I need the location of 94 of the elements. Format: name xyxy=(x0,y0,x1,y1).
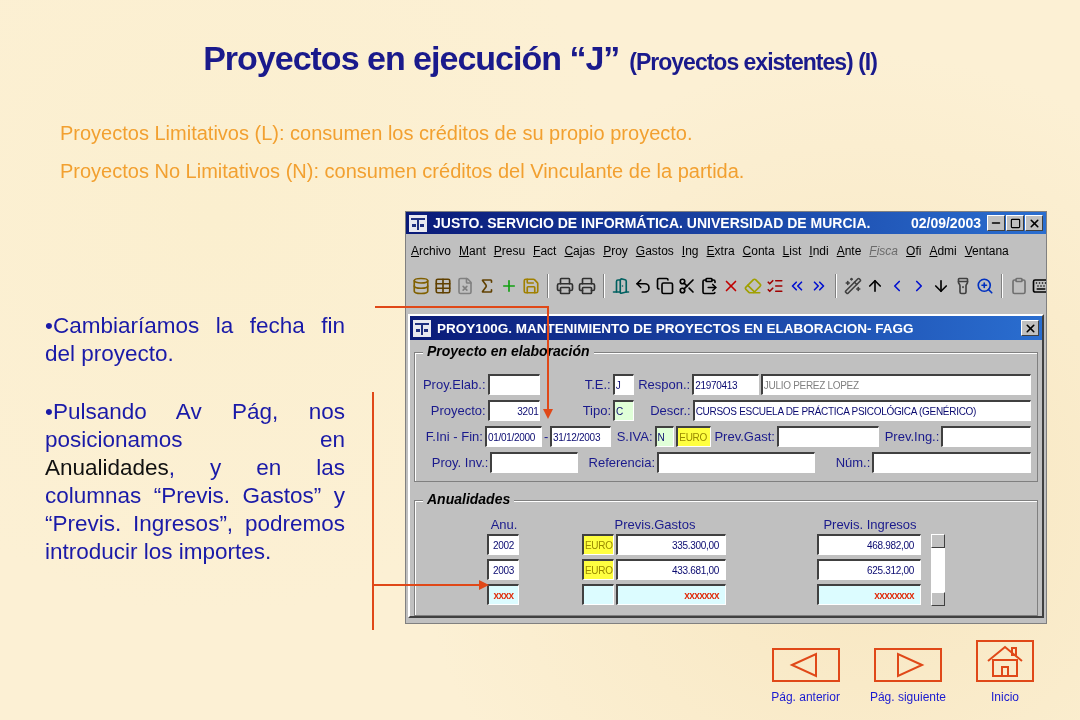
note-text: Proyectos No Limitativos (N): consumen créditos del Vinculante de la partida. xyxy=(60,159,746,184)
zoom-icon[interactable] xyxy=(976,276,994,296)
text-field[interactable]: 433.681,00 xyxy=(616,559,726,580)
text-field[interactable]: xxxx xyxy=(487,584,519,605)
slide-subtitle: (Proyectos existentes) (I) xyxy=(629,48,877,77)
text-field[interactable]: JULIO PEREZ LOPEZ xyxy=(760,373,1031,395)
scissors-icon[interactable] xyxy=(678,276,696,296)
text-field[interactable] xyxy=(490,451,578,473)
menu-item[interactable]: Ing xyxy=(681,244,699,258)
keyboard-icon[interactable] xyxy=(1032,276,1046,296)
maximize-button[interactable] xyxy=(1006,215,1024,231)
door-icon[interactable] xyxy=(612,276,630,296)
clipboard-icon[interactable] xyxy=(1010,276,1028,296)
nav-link[interactable]: Pág. siguiente xyxy=(869,648,946,704)
menu-item[interactable]: Presu xyxy=(493,244,526,258)
menu-item[interactable]: Conta xyxy=(742,244,775,258)
text-field[interactable]: CURSOS ESCUELA DE PRÁCTICA PSICOLÓGICA (GENÉRICO) xyxy=(692,399,1031,421)
menu-item[interactable]: Ante xyxy=(836,244,862,258)
menu-item[interactable]: Cajas xyxy=(564,244,596,258)
printer-icon[interactable] xyxy=(578,276,596,296)
field-label: T.E.: xyxy=(583,376,612,392)
logo-icon xyxy=(413,319,431,337)
text-field[interactable]: xxxxxxxx xyxy=(817,584,921,605)
menu-item[interactable]: Archivo xyxy=(411,244,452,258)
text-field[interactable] xyxy=(657,451,815,473)
field-label: F.Ini - Fin: xyxy=(424,428,484,444)
text-field[interactable]: N xyxy=(654,425,675,447)
text-field[interactable]: xxxxxxx xyxy=(616,584,726,605)
maximize-icon xyxy=(1009,217,1021,229)
date-text: 02/09/2003 xyxy=(910,215,981,231)
menu-item[interactable]: Ventana xyxy=(964,244,1009,258)
menu-item[interactable]: Fact xyxy=(533,244,557,258)
menu-item[interactable]: Mant xyxy=(459,244,486,258)
logo-icon xyxy=(409,214,427,232)
field-label: Referencia: xyxy=(587,454,657,470)
field-label: Respon.: xyxy=(637,376,692,392)
close-button[interactable] xyxy=(1025,215,1043,231)
nav-link[interactable]: Pág. anterior xyxy=(771,648,840,704)
text-field[interactable]: C xyxy=(613,399,634,421)
slide-title: Proyectos en ejecución “J” xyxy=(203,38,620,79)
scrollbar[interactable] xyxy=(931,533,945,606)
text-field[interactable] xyxy=(487,373,541,395)
menu-item[interactable]: Proy xyxy=(603,244,628,258)
minimize-button[interactable] xyxy=(987,215,1005,231)
text-field[interactable] xyxy=(872,451,1031,473)
text-field[interactable] xyxy=(582,584,614,605)
menu-item[interactable]: Admi xyxy=(929,244,957,258)
field-label: - xyxy=(544,428,550,444)
bullet-text: •Cambiaríamos la fecha fin del proyecto. xyxy=(45,312,345,368)
close-button[interactable] xyxy=(1021,320,1039,336)
field-label: Descr.: xyxy=(649,402,692,418)
text-field[interactable]: 468.982,00 xyxy=(817,534,921,555)
database-icon[interactable] xyxy=(412,276,430,296)
column-header: Previs. Ingresos xyxy=(822,517,918,532)
group-title: Anualidades xyxy=(423,491,515,507)
menu-item[interactable]: Gastos xyxy=(635,244,674,258)
field-label: Prev.Gast: xyxy=(713,428,776,444)
field-label: Proy.Elab.: xyxy=(421,376,487,392)
text-field[interactable]: 01/01/2000 xyxy=(484,425,543,447)
text-field[interactable]: 2002 xyxy=(487,534,519,555)
close-icon xyxy=(1027,216,1041,230)
copy-icon[interactable] xyxy=(656,276,674,296)
field-label: Prev.Ing.: xyxy=(883,428,941,444)
text-field[interactable]: 21970413 xyxy=(692,373,759,395)
field-label: Tipo: xyxy=(581,402,613,418)
nav-link[interactable]: Inicio xyxy=(976,640,1034,704)
text-field[interactable]: J xyxy=(612,373,634,395)
text-field[interactable]: 2003 xyxy=(487,559,519,580)
text-field[interactable]: 335.300,00 xyxy=(616,534,726,555)
text-field[interactable] xyxy=(941,425,1031,447)
printer-icon[interactable] xyxy=(556,276,574,296)
note-text: Proyectos Limitativos (L): consumen los créditos de su propio proyecto. xyxy=(60,121,694,146)
text-field[interactable]: 31/12/2003 xyxy=(550,425,612,447)
text-field[interactable]: 3201 xyxy=(487,399,541,421)
text-field[interactable] xyxy=(776,425,880,447)
field-label: Proy. Inv.: xyxy=(430,454,490,470)
menu-item[interactable]: Extra xyxy=(706,244,735,258)
wand-icon[interactable] xyxy=(844,276,862,296)
menu-item[interactable]: Ofi xyxy=(906,244,922,258)
paste-icon[interactable] xyxy=(700,276,718,296)
menu-item[interactable]: Indi xyxy=(809,244,829,258)
window-title: JUSTO. SERVICIO DE INFORMÁTICA. UNIVERSIDAD DE MURCIA. xyxy=(433,215,871,231)
close-icon xyxy=(1023,321,1037,335)
column-header: Previs.Gastos xyxy=(613,517,697,532)
undo-icon[interactable] xyxy=(634,276,652,296)
bullet-text: •Pulsando Av Pág, nos posicionamos en Anualidades, y en las columnas “Previs. Gastos” y “Previs. Ingresos”, podremos introducir los importes. xyxy=(45,398,345,566)
column-header: Anu. xyxy=(489,517,519,532)
table-icon[interactable] xyxy=(434,276,452,296)
field-label: S.IVA: xyxy=(615,428,654,444)
text-field[interactable]: 625.312,00 xyxy=(817,559,921,580)
field-label: Núm.: xyxy=(834,454,872,470)
home-icon xyxy=(976,640,1034,682)
menu-item[interactable]: List xyxy=(782,244,802,258)
field-label: Proyecto: xyxy=(429,402,487,418)
